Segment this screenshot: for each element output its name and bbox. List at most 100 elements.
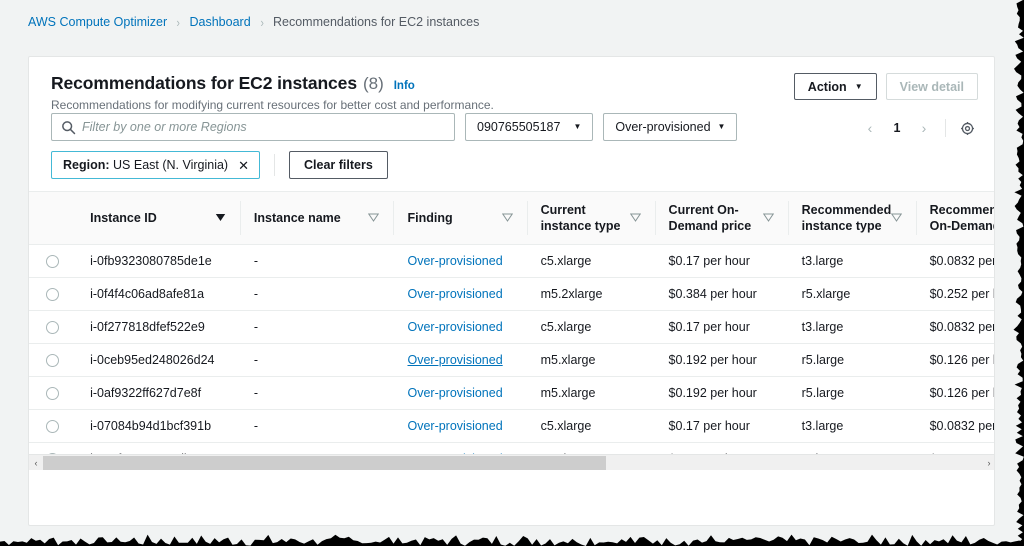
cell-current-price: $0.17 per hour <box>654 409 788 443</box>
sort-icon[interactable] <box>762 213 774 223</box>
row-select-cell[interactable] <box>29 310 77 344</box>
cell-finding[interactable]: Over-provisioned <box>393 244 527 278</box>
chevron-down-icon: ▼ <box>717 122 726 131</box>
row-radio-button[interactable] <box>46 419 60 433</box>
breadcrumb-item-current: Recommendations for EC2 instances <box>273 15 480 29</box>
breadcrumb-item-aws-compute-optimizer[interactable]: AWS Compute Optimizer <box>28 15 167 29</box>
torn-edge-bottom <box>0 534 1024 546</box>
column-header-finding[interactable]: Finding <box>393 192 527 245</box>
row-radio-button[interactable] <box>46 254 60 268</box>
search-input[interactable] <box>82 114 454 140</box>
cell-finding[interactable]: Over-provisioned <box>393 277 527 311</box>
pagination-page-1[interactable]: 1 <box>885 115 909 141</box>
region-search-box[interactable] <box>51 113 455 141</box>
table-body: i-0fb9323080785de1e - Over-provisioned c5.x… <box>29 244 994 470</box>
cell-current-price: $0.192 per hour <box>654 343 788 377</box>
cell-instance-name: - <box>239 409 394 443</box>
cell-current-instance-type: m5.xlarge <box>526 343 655 377</box>
sort-icon[interactable] <box>368 213 380 223</box>
cell-current-price: $0.384 per hour <box>654 277 788 311</box>
finding-link[interactable]: Over-provisioned <box>407 386 502 400</box>
column-header-label: Current instance type <box>540 202 621 233</box>
finding-link[interactable]: Over-provisioned <box>407 353 502 367</box>
info-link[interactable]: Info <box>394 80 415 92</box>
column-header-label: Finding <box>407 210 453 225</box>
finding-link[interactable]: Over-provisioned <box>407 254 502 268</box>
sort-descending-icon[interactable] <box>215 213 226 222</box>
finding-link[interactable]: Over-provisioned <box>407 287 502 301</box>
horizontal-scrollbar[interactable]: ‹ › <box>29 454 994 470</box>
card-header: Recommendations for EC2 instances (8) In… <box>29 57 994 112</box>
account-select[interactable]: 090765505187 ▼ <box>465 113 594 141</box>
filter-token-region[interactable]: Region: US East (N. Virginia) ✕ <box>51 151 261 179</box>
cell-instance-id: i-0af9322ff627d7e8f <box>76 376 240 410</box>
account-select-value: 090765505187 <box>477 120 561 134</box>
scroll-right-icon[interactable]: › <box>982 455 994 470</box>
row-select-cell[interactable] <box>29 409 77 443</box>
table-row[interactable]: i-0f277818dfef522e9- Over-provisioned c5.x… <box>29 310 994 344</box>
cell-finding[interactable]: Over-provisioned <box>393 376 527 410</box>
cell-recommended-price: $0.0832 per hour <box>915 409 994 443</box>
column-header-rtype[interactable]: Recommended instance type <box>787 192 916 245</box>
cell-finding[interactable]: Over-provisioned <box>393 409 527 443</box>
scrollbar-thumb[interactable] <box>43 455 607 470</box>
cell-current-instance-type: m5.xlarge <box>526 376 655 410</box>
chevron-down-icon: ▼ <box>854 81 863 91</box>
cell-current-price: $0.17 per hour <box>654 310 788 344</box>
column-header-label: Instance ID <box>90 210 157 225</box>
row-select-cell[interactable] <box>29 277 77 311</box>
scrollbar-track[interactable] <box>43 455 982 470</box>
cell-recommended-price: $0.126 per hour <box>915 343 994 377</box>
table-row[interactable]: i-0fb9323080785de1e - Over-provisioned c5.x… <box>29 244 994 278</box>
column-header-rprice[interactable]: Recommended On-Demand price <box>915 192 994 245</box>
cell-instance-name: - <box>239 343 394 377</box>
cell-finding[interactable]: Over-provisioned <box>393 310 527 344</box>
finding-select[interactable]: Over-provisioned ▼ <box>603 113 738 141</box>
action-button-label: Action <box>807 79 847 94</box>
gear-icon[interactable] <box>954 115 980 141</box>
cell-current-instance-type: c5.xlarge <box>526 244 655 278</box>
row-select-cell[interactable] <box>29 343 77 377</box>
cell-instance-name: - <box>239 277 394 311</box>
table-row[interactable]: i-0ceb95ed248026d24- Over-provisioned m5.x… <box>29 343 994 377</box>
cell-recommended-instance-type: t3.large <box>787 244 916 278</box>
sort-icon[interactable] <box>891 213 903 223</box>
cell-instance-name: - <box>239 244 394 278</box>
row-select-cell[interactable] <box>29 376 77 410</box>
cell-finding[interactable]: Over-provisioned <box>393 343 527 377</box>
table-row[interactable]: i-07084b94d1bcf391b - Over-provisioned c5.x… <box>29 409 994 443</box>
table-row[interactable]: i-0f4f4c06ad8afe81a - Over-provisioned m5.2… <box>29 277 994 311</box>
pagination-next-button[interactable]: › <box>911 115 937 141</box>
row-radio-button[interactable] <box>46 287 60 301</box>
action-button[interactable]: Action ▼ <box>793 73 877 100</box>
cell-instance-name: - <box>239 310 394 344</box>
close-icon[interactable]: ✕ <box>237 159 250 172</box>
cell-current-instance-type: c5.xlarge <box>526 310 655 344</box>
row-select-cell[interactable] <box>29 244 77 278</box>
cell-recommended-instance-type: r5.large <box>787 343 916 377</box>
row-radio-button[interactable] <box>46 386 60 400</box>
breadcrumb-item-dashboard[interactable]: Dashboard <box>190 15 251 29</box>
column-header-ctype[interactable]: Current instance type <box>526 192 655 245</box>
cell-recommended-instance-type: t3.large <box>787 409 916 443</box>
pagination-prev-button[interactable]: ‹ <box>857 115 883 141</box>
clear-filters-button[interactable]: Clear filters <box>289 151 388 179</box>
finding-link[interactable]: Over-provisioned <box>407 419 502 433</box>
sort-icon[interactable] <box>501 213 513 223</box>
row-radio-button[interactable] <box>46 353 60 367</box>
breadcrumb-separator-icon: › <box>176 14 181 30</box>
column-header-cprice[interactable]: Current On- Demand price <box>654 192 788 245</box>
scroll-left-icon[interactable]: ‹ <box>29 455 43 470</box>
cell-instance-id: i-07084b94d1bcf391b <box>76 409 240 443</box>
breadcrumb: AWS Compute Optimizer › Dashboard › Reco… <box>0 0 1024 30</box>
column-header-name[interactable]: Instance name <box>239 192 394 245</box>
finding-link[interactable]: Over-provisioned <box>407 320 502 334</box>
row-radio-button[interactable] <box>46 320 60 334</box>
sort-icon[interactable] <box>629 213 641 223</box>
column-header-id[interactable]: Instance ID <box>76 192 240 245</box>
cell-current-price: $0.192 per hour <box>654 376 788 410</box>
cell-recommended-instance-type: r5.large <box>787 376 916 410</box>
view-detail-button[interactable]: View detail <box>885 73 978 100</box>
filter-bar: 090765505187 ▼ Over-provisioned ▼ ‹ 1 › <box>29 109 994 141</box>
table-row[interactable]: i-0af9322ff627d7e8f - Over-provisioned m5.x… <box>29 376 994 410</box>
